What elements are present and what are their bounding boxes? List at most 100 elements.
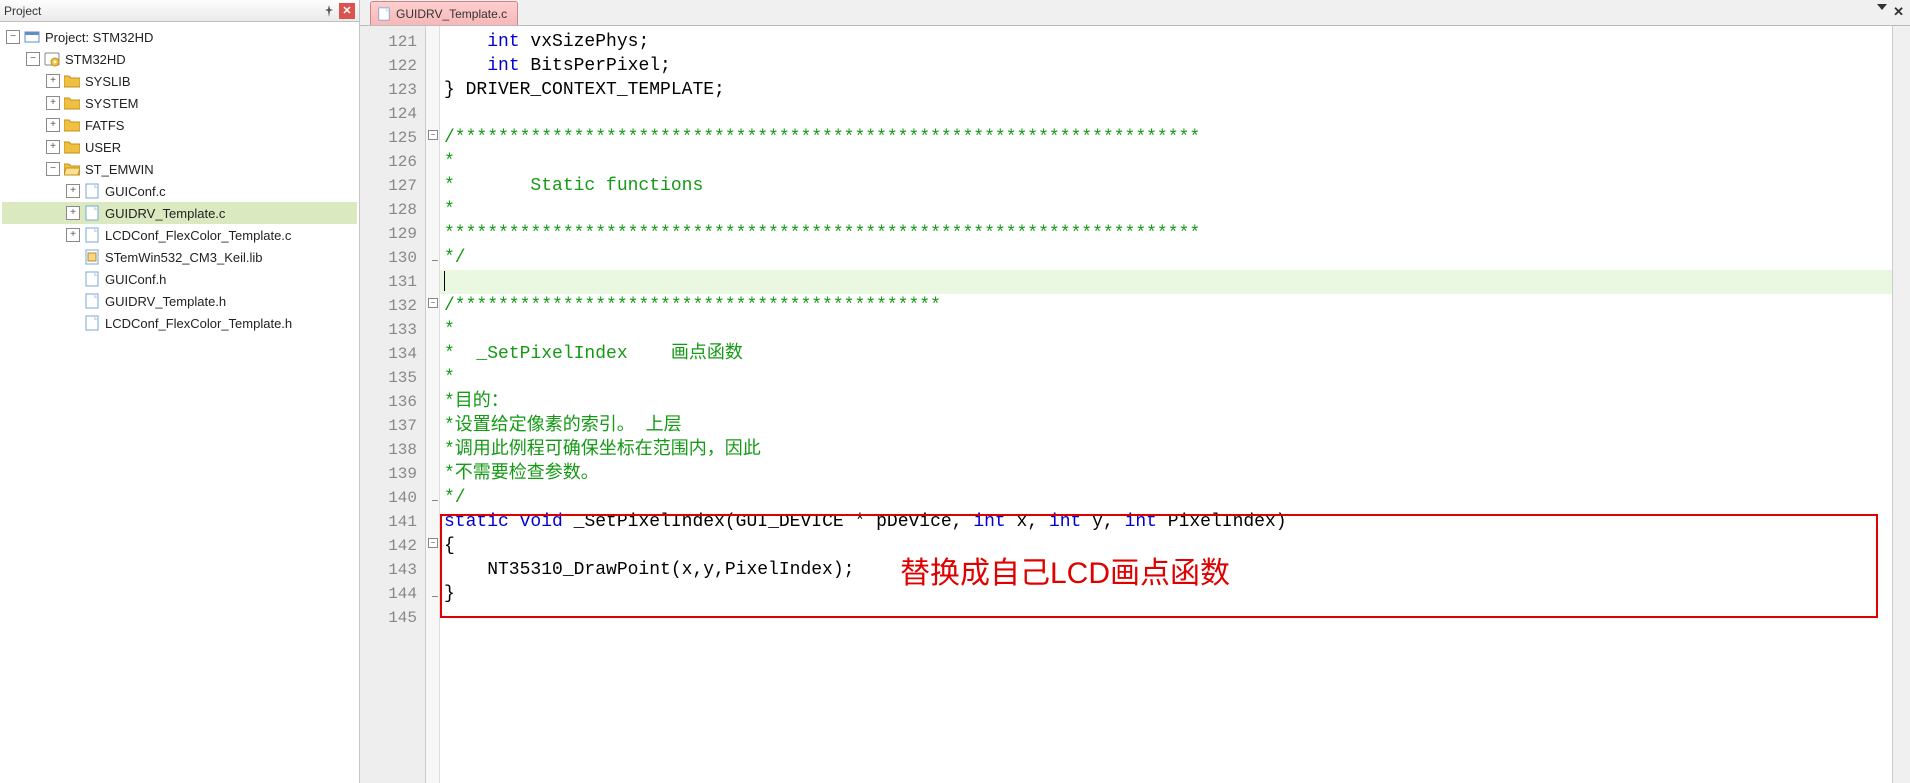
c-file-icon <box>83 204 101 222</box>
tree-label: FATFS <box>85 118 124 133</box>
expand-toggle[interactable]: − <box>6 30 20 44</box>
tree-file-lib[interactable]: STemWin532_CM3_Keil.lib <box>2 246 357 268</box>
folder-open-icon <box>63 160 81 178</box>
tree-file-guiconf-h[interactable]: GUIConf.h <box>2 268 357 290</box>
current-line <box>440 270 1892 294</box>
target-icon <box>43 50 61 68</box>
fold-end-mark <box>432 500 438 501</box>
project-panel: Project ✕ − Project: STM32HD − STM32HD + <box>0 0 360 783</box>
line-number: 141 <box>360 510 425 534</box>
tree-file-lcdconf-c[interactable]: + LCDConf_FlexColor_Template.c <box>2 224 357 246</box>
tree-label: Project: STM32HD <box>45 30 153 45</box>
tree-label: SYSLIB <box>85 74 131 89</box>
editor-area: GUIDRV_Template.c ✕ 121 122 123 124 125 … <box>360 0 1910 783</box>
tree-group-stemwin[interactable]: − ST_EMWIN <box>2 158 357 180</box>
line-number: 123 <box>360 78 425 102</box>
code-editor[interactable]: 121 122 123 124 125 126 127 128 129 130 … <box>360 26 1910 783</box>
code-content[interactable]: int vxSizePhys; int BitsPerPixel; } DRIV… <box>440 26 1892 783</box>
expand-toggle[interactable]: + <box>66 184 80 198</box>
expand-toggle[interactable]: + <box>46 118 60 132</box>
expand-spacer <box>66 272 80 286</box>
c-file-icon <box>83 182 101 200</box>
folder-icon <box>63 94 81 112</box>
tree-label: GUIDRV_Template.h <box>105 294 226 309</box>
tab-list-dropdown-icon[interactable] <box>1877 4 1887 10</box>
h-file-icon <box>83 314 101 332</box>
tree-target[interactable]: − STM32HD <box>2 48 357 70</box>
line-number: 137 <box>360 414 425 438</box>
line-number: 126 <box>360 150 425 174</box>
tree-label: GUIConf.h <box>105 272 166 287</box>
tree-file-lcdconf-h[interactable]: LCDConf_FlexColor_Template.h <box>2 312 357 334</box>
expand-toggle[interactable]: + <box>46 74 60 88</box>
tree-group-system[interactable]: + SYSTEM <box>2 92 357 114</box>
c-file-icon <box>377 7 391 21</box>
tab-label: GUIDRV_Template.c <box>396 7 507 21</box>
tree-project-root[interactable]: − Project: STM32HD <box>2 26 357 48</box>
tree-label: SYSTEM <box>85 96 138 111</box>
expand-toggle[interactable]: − <box>46 162 60 176</box>
fold-toggle[interactable]: − <box>428 538 438 548</box>
project-panel-title: Project <box>4 4 321 18</box>
tree-label: LCDConf_FlexColor_Template.c <box>105 228 291 243</box>
fold-end-mark <box>432 596 438 597</box>
tree-group-fatfs[interactable]: + FATFS <box>2 114 357 136</box>
folder-icon <box>63 116 81 134</box>
tree-label: STemWin532_CM3_Keil.lib <box>105 250 263 265</box>
tree-label: ST_EMWIN <box>85 162 154 177</box>
h-file-icon <box>83 292 101 310</box>
c-file-icon <box>83 226 101 244</box>
expand-toggle[interactable]: − <box>26 52 40 66</box>
line-number: 134 <box>360 342 425 366</box>
line-number: 145 <box>360 606 425 630</box>
tree-label: GUIConf.c <box>105 184 166 199</box>
tree-file-guidrv-c[interactable]: + GUIDRV_Template.c <box>2 202 357 224</box>
expand-toggle[interactable]: + <box>46 140 60 154</box>
editor-tab-active[interactable]: GUIDRV_Template.c <box>370 1 518 25</box>
line-number: 144 <box>360 582 425 606</box>
pin-icon[interactable] <box>321 3 337 19</box>
tree-file-guidrv-h[interactable]: GUIDRV_Template.h <box>2 290 357 312</box>
line-number: 143 <box>360 558 425 582</box>
line-number: 131 <box>360 270 425 294</box>
tree-group-user[interactable]: + USER <box>2 136 357 158</box>
expand-toggle[interactable]: + <box>66 228 80 242</box>
project-icon <box>23 28 41 46</box>
expand-spacer <box>66 294 80 308</box>
tree-label: STM32HD <box>65 52 126 67</box>
tab-close-button[interactable]: ✕ <box>1893 4 1904 20</box>
h-file-icon <box>83 270 101 288</box>
line-number: 129 <box>360 222 425 246</box>
expand-spacer <box>66 316 80 330</box>
line-number: 135 <box>360 366 425 390</box>
line-number: 142 <box>360 534 425 558</box>
tree-group-syslib[interactable]: + SYSLIB <box>2 70 357 92</box>
expand-toggle[interactable]: + <box>66 206 80 220</box>
editor-tab-bar: GUIDRV_Template.c ✕ <box>360 0 1910 26</box>
tree-label: GUIDRV_Template.c <box>105 206 225 221</box>
fold-end-mark <box>432 260 438 261</box>
fold-column[interactable]: − − − <box>426 26 440 783</box>
expand-spacer <box>66 250 80 264</box>
text-cursor <box>444 271 445 291</box>
lib-file-icon <box>83 248 101 266</box>
fold-toggle[interactable]: − <box>428 298 438 308</box>
line-number: 140 <box>360 486 425 510</box>
project-tree[interactable]: − Project: STM32HD − STM32HD + SYSLIB + … <box>0 22 359 783</box>
line-number: 130 <box>360 246 425 270</box>
tree-file-guiconf-c[interactable]: + GUIConf.c <box>2 180 357 202</box>
folder-icon <box>63 138 81 156</box>
tree-label: LCDConf_FlexColor_Template.h <box>105 316 292 331</box>
line-number: 127 <box>360 174 425 198</box>
tree-label: USER <box>85 140 121 155</box>
line-number: 132 <box>360 294 425 318</box>
line-number: 139 <box>360 462 425 486</box>
panel-close-button[interactable]: ✕ <box>339 3 355 19</box>
line-number: 133 <box>360 318 425 342</box>
fold-toggle[interactable]: − <box>428 130 438 140</box>
line-number: 128 <box>360 198 425 222</box>
line-number: 121 <box>360 30 425 54</box>
expand-toggle[interactable]: + <box>46 96 60 110</box>
project-panel-header: Project ✕ <box>0 0 359 22</box>
vertical-scrollbar[interactable] <box>1892 26 1910 783</box>
